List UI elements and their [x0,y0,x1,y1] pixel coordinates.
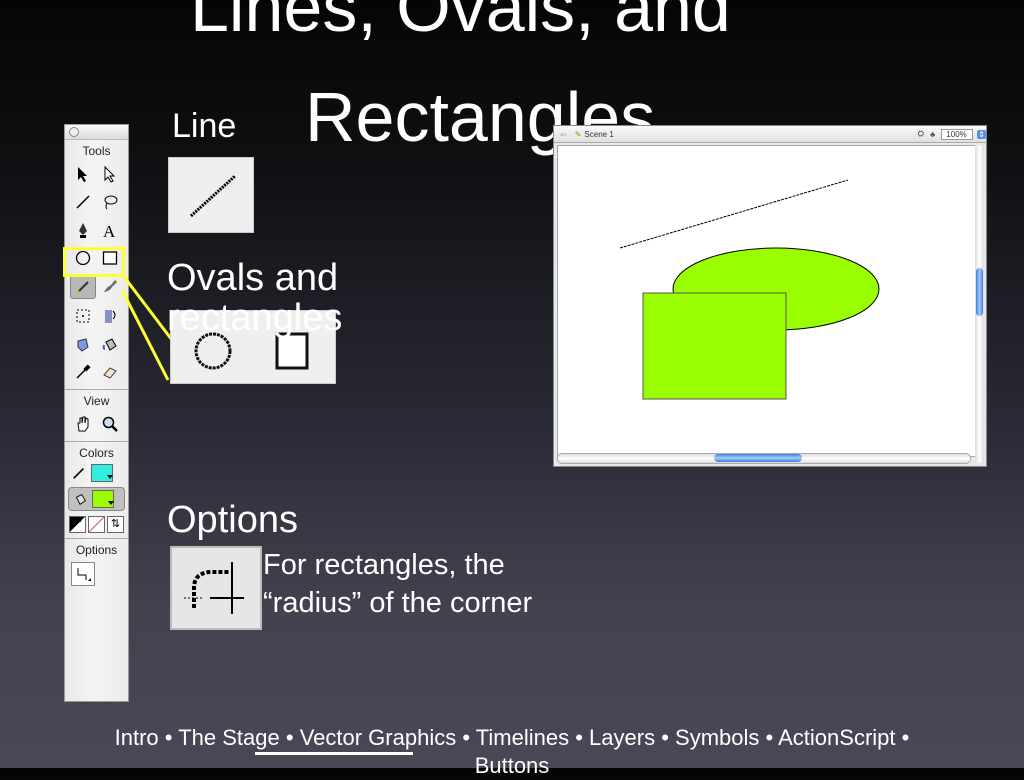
zoom-field[interactable]: 100% [941,128,974,140]
arrow-tool-icon[interactable] [71,163,95,185]
panel-titlebar[interactable] [65,125,128,140]
scene-icon: ✎ [574,129,582,139]
line-icon [189,174,237,218]
round-rectangle-corner-icon [184,562,244,614]
view-header: View [83,394,110,408]
corner-radius-icon [77,568,91,581]
horizontal-scroll-thumb[interactable] [714,454,802,462]
zoom-stepper[interactable]: ⇕ [977,129,986,139]
line-tool-icon[interactable] [71,191,95,213]
eyedropper-tool-icon[interactable] [71,361,95,383]
options-label: Options [167,499,298,541]
svg-text:A: A [103,222,116,239]
nav-layers[interactable]: Layers [589,725,655,750]
stage-line[interactable] [619,179,849,249]
oval-icon [194,332,232,370]
text-tool-icon[interactable]: A [98,219,122,241]
hand-tool-icon[interactable] [71,413,95,435]
nav-timelines[interactable]: Timelines [476,725,569,750]
fill-color-swatch[interactable] [92,490,114,508]
nav-the-stage[interactable]: The Stage [178,725,280,750]
zoom-tool-icon[interactable] [98,413,122,435]
separator: • [285,725,294,750]
close-icon[interactable] [69,127,79,137]
separator: • [901,725,910,750]
separator: • [164,725,173,750]
ovals-label: Ovals and rectangles [167,257,343,339]
pencil-tool-icon[interactable] [70,275,97,299]
scene-name[interactable]: Scene 1 [584,130,613,139]
nav-actionscript[interactable]: ActionScript [778,725,895,750]
separator: • [661,725,669,750]
pen-tool-icon[interactable] [71,219,95,241]
vertical-scrollbar[interactable] [975,145,984,463]
tools-header: Tools [82,144,111,158]
options-description: For rectangles, the “radius” of the corn… [263,549,533,619]
stage-rectangle[interactable] [642,292,787,400]
corner-radius-option-button[interactable] [71,562,95,586]
free-transform-tool-icon[interactable] [71,305,95,327]
stage-window: ⇐ ✎ Scene 1 ⛭ ♣ 100% ⇕ [553,125,987,467]
options-header: Options [75,543,118,557]
edit-bar: ⇐ ✎ Scene 1 ⛭ ♣ 100% ⇕ [554,126,986,143]
separator: • [765,725,774,750]
slide-title-line1: Lines, Ovals, and [190,0,731,46]
ink-bottle-tool-icon[interactable] [71,333,95,355]
nav-buttons[interactable]: Buttons [475,753,550,778]
back-arrow-icon[interactable]: ⇐ [560,130,567,139]
footer-nav: Intro • The Stage • Vector Graphics • Ti… [0,724,1024,780]
separator: • [575,725,583,750]
stroke-color-swatch[interactable] [91,464,113,482]
rectangle-icon [275,332,309,370]
line-tool-preview [168,157,254,233]
separator: • [462,725,471,750]
vertical-scroll-thumb[interactable] [976,268,983,316]
no-color-button[interactable] [88,516,105,533]
fill-color-icon [75,493,86,505]
line-label: Line [172,107,237,145]
corner-radius-preview [170,546,262,630]
horizontal-scrollbar[interactable] [557,453,971,464]
tools-panel: Tools A View Colors ⇅ Options [64,124,129,702]
lasso-tool-icon[interactable] [98,191,122,213]
default-colors-button[interactable] [69,516,86,533]
active-nav-underline [255,752,413,755]
nav-symbols[interactable]: Symbols [675,725,759,750]
swap-colors-button[interactable]: ⇅ [107,516,124,533]
colors-header: Colors [79,446,114,460]
nav-vector-graphics[interactable]: Vector Graphics [300,725,457,750]
stroke-color-icon [73,467,85,479]
edit-scene-icon[interactable]: ⛭ [918,129,924,139]
subselect-tool-icon[interactable] [98,163,122,185]
nav-intro[interactable]: Intro [115,725,159,750]
edit-symbol-icon[interactable]: ♣ [930,130,935,139]
stage-canvas[interactable] [557,145,976,457]
